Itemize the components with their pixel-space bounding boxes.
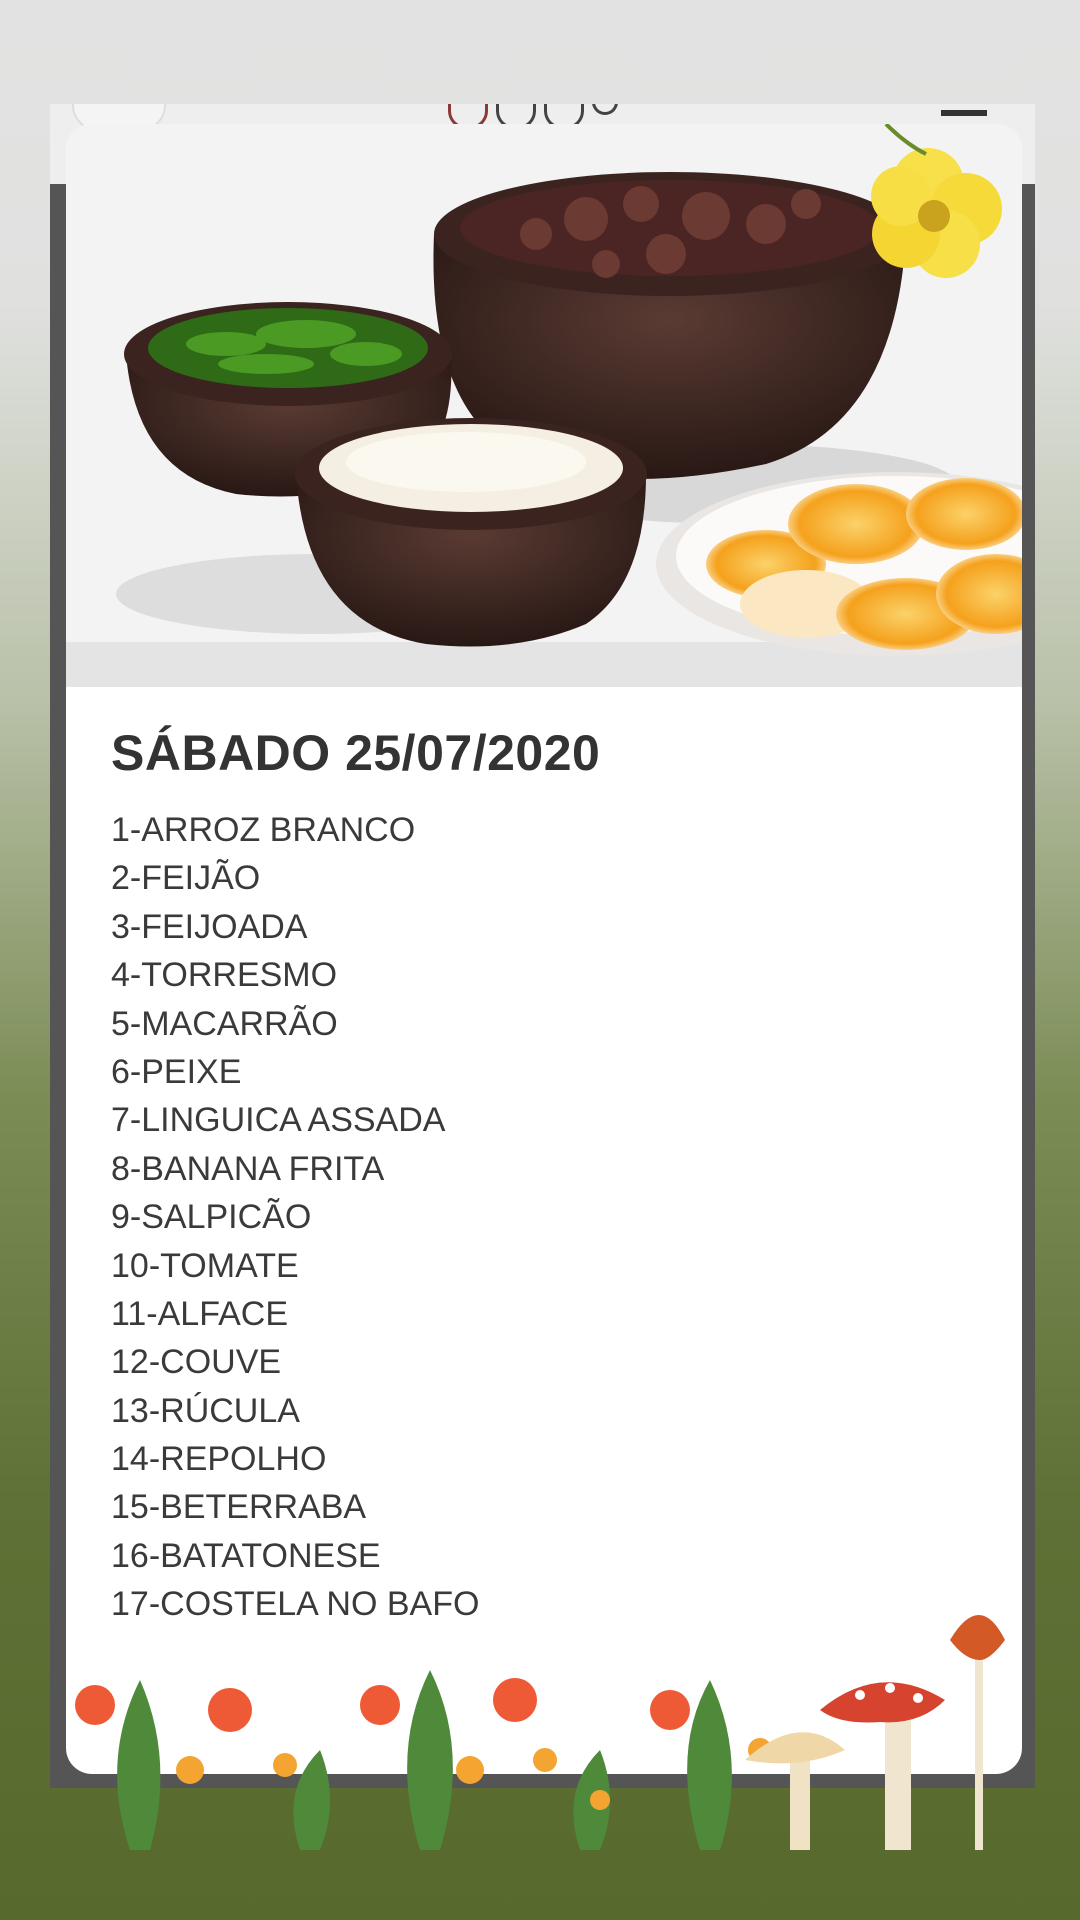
- list-item: 9-SALPICÃO: [111, 1198, 312, 1237]
- list-item: 12-COUVE: [111, 1343, 282, 1382]
- menu-icon[interactable]: [941, 110, 987, 116]
- list-item: 13-RÚCULA: [111, 1391, 300, 1430]
- menu-post-card: SÁBADO 25/07/2020 1-ARROZ BRANCO 2-FEIJÃ…: [66, 124, 1022, 1774]
- list-item: 3-FEIJOADA: [111, 907, 308, 946]
- list-item: 10-TOMATE: [111, 1246, 299, 1285]
- food-photo: [66, 124, 1022, 687]
- list-item: 15-BETERRABA: [111, 1488, 367, 1527]
- screen: { "post": { "title": "SÁBADO 25/07/2020"…: [0, 0, 1080, 1920]
- list-item: 6-PEIXE: [111, 1052, 242, 1091]
- mushroom-icon: [745, 1615, 1005, 1850]
- chevron-down-icon[interactable]: [592, 104, 618, 115]
- list-item: 14-REPOLHO: [111, 1440, 327, 1479]
- post-title: SÁBADO 25/07/2020: [111, 725, 601, 781]
- list-item: 4-TORRESMO: [111, 956, 338, 995]
- list-item: 1-ARROZ BRANCO: [111, 811, 416, 849]
- list-item: 5-MACARRÃO: [111, 1004, 338, 1043]
- list-item: 16-BATATONESE: [111, 1536, 381, 1575]
- flower-sticker: [75, 1615, 1005, 1850]
- list-item: 7-LINGUICA ASSADA: [111, 1101, 446, 1140]
- list-item: 2-FEIJÃO: [111, 859, 261, 898]
- list-item: 11-ALFACE: [111, 1294, 289, 1333]
- list-item: 8-BANANA FRITA: [111, 1149, 385, 1188]
- menu-list: 1-ARROZ BRANCO 2-FEIJÃO 3-FEIJOADA 4-TOR…: [111, 806, 479, 1629]
